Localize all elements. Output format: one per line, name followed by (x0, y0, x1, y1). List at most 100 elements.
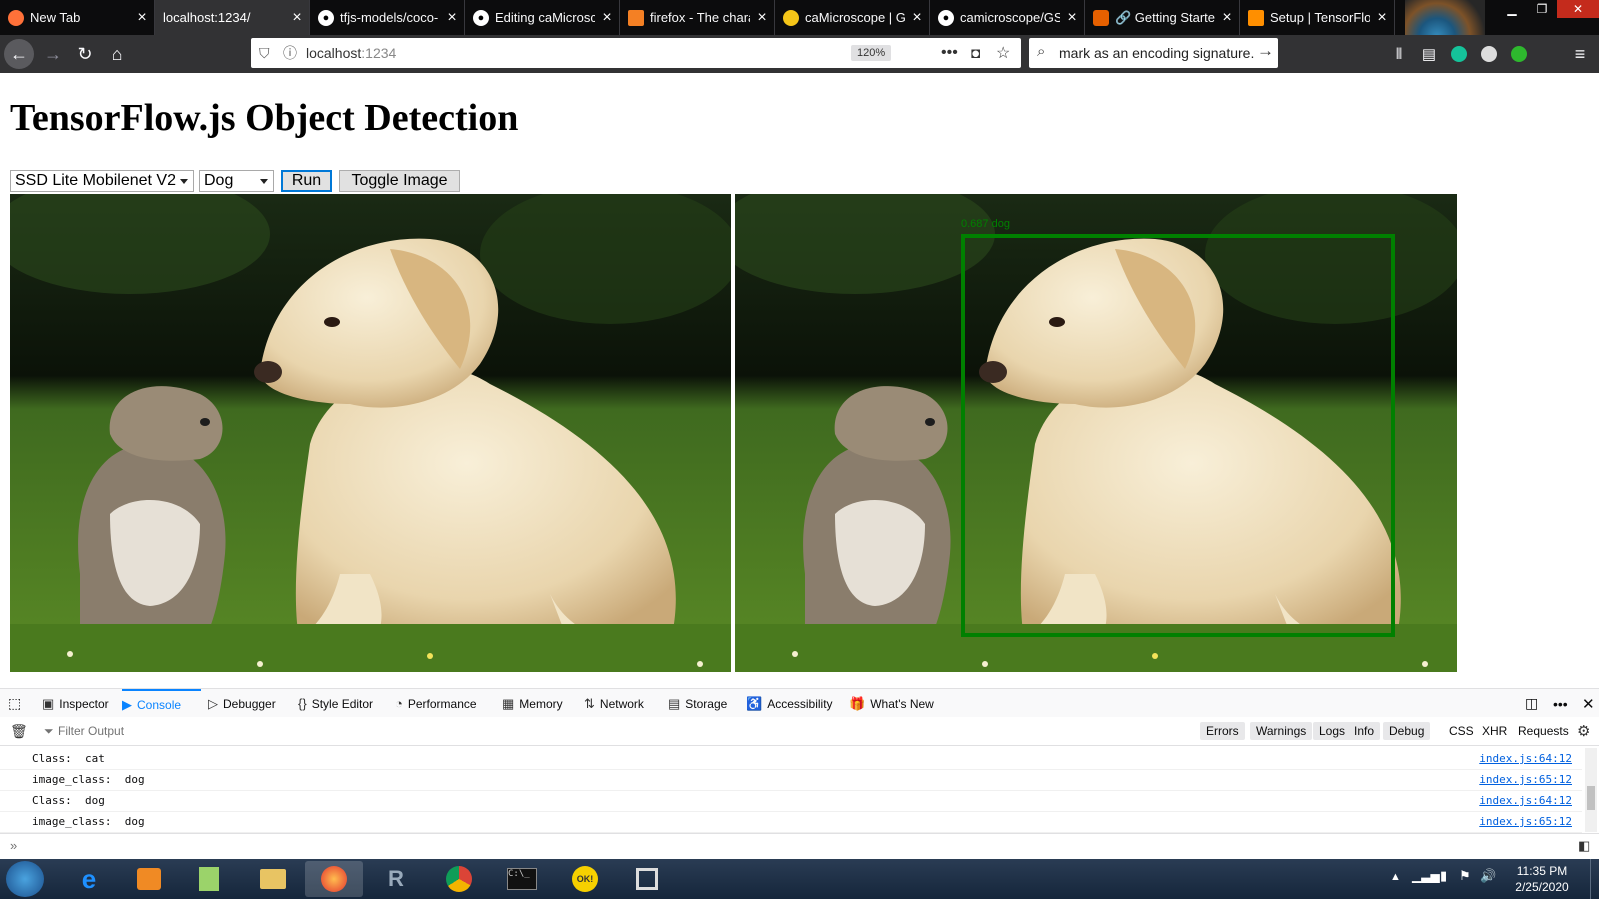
filter-debug[interactable]: Debug (1383, 722, 1431, 740)
close-icon[interactable]: × (285, 9, 309, 27)
show-hidden-icons[interactable]: ▲ (1390, 871, 1401, 883)
search-input[interactable]: mark as an encoding signature. (1059, 45, 1254, 61)
tab-whats-new[interactable]: 🎁 What's New (849, 689, 934, 718)
tab-network[interactable]: ⇅ Network (584, 689, 644, 718)
log-source-link[interactable]: index.js:65:12 (1479, 773, 1572, 786)
back-arrow-icon[interactable]: ← (4, 39, 34, 69)
close-icon[interactable]: × (130, 9, 154, 27)
battery-icon[interactable]: ▮ (1440, 868, 1447, 884)
tab-camicroscope-go[interactable]: caMicroscope | Go × (775, 0, 930, 35)
command-prompt-icon[interactable]: C:\_ (493, 861, 551, 897)
tab-getting-started[interactable]: 🔗 Getting Started × (1085, 0, 1240, 35)
filter-xhr[interactable]: XHR (1476, 722, 1513, 740)
console-scrollbar[interactable] (1585, 748, 1597, 832)
console-icon: ▶ (122, 696, 132, 712)
tab-performance[interactable]: ◔ Performance (395, 689, 477, 718)
extension-icon[interactable] (1504, 39, 1534, 69)
forward-arrow-icon[interactable]: → (38, 39, 68, 69)
tab-tfjs-models[interactable]: ● tfjs-models/coco- × (310, 0, 465, 35)
menu-icon[interactable]: ≡ (1565, 39, 1595, 69)
url-text[interactable]: localhost:1234 (306, 38, 396, 68)
close-icon[interactable]: × (750, 9, 774, 27)
filter-input[interactable]: Filter Output (58, 724, 124, 738)
tab-editing-camicroscope[interactable]: ● Editing caMicrosc × (465, 0, 620, 35)
zoom-indicator[interactable]: 120% (851, 45, 892, 61)
tab-setup-tensorflow[interactable]: Setup | TensorFlo × (1240, 0, 1395, 35)
shield-icon[interactable]: ⛉ (259, 38, 270, 68)
sidebar-icon[interactable]: ▤ (1414, 39, 1444, 69)
firefox-taskbar-icon[interactable] (305, 861, 363, 897)
clock[interactable]: 11:35 PM 2/25/2020 (1507, 863, 1577, 895)
close-devtools-icon[interactable]: ✕ (1582, 689, 1595, 718)
notepad-icon[interactable] (180, 861, 238, 897)
close-icon[interactable]: × (440, 9, 464, 27)
tab-camicroscope-gs[interactable]: ● camicroscope/GS × (930, 0, 1085, 35)
bookmark-star-icon[interactable]: ☆ (996, 38, 1010, 68)
ok-app-icon[interactable]: OK! (556, 861, 614, 897)
close-window-icon[interactable]: ✕ (1557, 0, 1599, 18)
tab-localhost[interactable]: localhost:1234/ × (155, 0, 310, 35)
tab-console[interactable]: ▶ Console (122, 689, 201, 718)
toggle-image-button[interactable]: Toggle Image (339, 170, 460, 192)
run-button[interactable]: Run (281, 170, 332, 192)
internet-explorer-icon[interactable]: e (60, 861, 118, 897)
app-window-icon[interactable] (618, 861, 676, 897)
flag-icon[interactable]: ⚑ (1459, 868, 1471, 884)
trash-icon[interactable]: 🗑 (10, 723, 28, 740)
element-picker-icon[interactable]: ⬚ (8, 689, 21, 718)
tab-storage[interactable]: ▤ Storage (668, 689, 727, 718)
media-player-icon[interactable] (120, 861, 178, 897)
log-source-link[interactable]: index.js:64:12 (1479, 752, 1572, 765)
log-source-link[interactable]: index.js:64:12 (1479, 794, 1572, 807)
filter-logs[interactable]: Logs (1313, 722, 1352, 740)
chrome-icon[interactable] (430, 861, 488, 897)
volume-icon[interactable]: 🔊 (1480, 868, 1496, 884)
close-icon[interactable]: × (1370, 9, 1394, 27)
filter-warnings[interactable]: Warnings (1250, 722, 1313, 740)
filter-errors[interactable]: Errors (1200, 722, 1245, 740)
r-icon[interactable]: R (367, 861, 425, 897)
close-icon[interactable]: × (905, 9, 929, 27)
maximize-icon[interactable]: ❐ (1527, 0, 1557, 18)
tab-memory[interactable]: ▦ Memory (502, 689, 563, 718)
file-explorer-icon[interactable] (244, 861, 302, 897)
more-options-icon[interactable]: ••• (1553, 689, 1568, 718)
model-select[interactable]: SSD Lite Mobilenet V2 (10, 170, 194, 192)
info-icon[interactable]: ⓘ (283, 38, 297, 68)
settings-gear-icon[interactable]: ⚙ (1577, 722, 1590, 740)
signal-icon[interactable]: ▁▃▅ (1412, 869, 1440, 883)
tab-inspector[interactable]: ▣ Inspector (42, 689, 109, 718)
filter-info[interactable]: Info (1348, 722, 1381, 740)
account-icon[interactable] (1474, 39, 1504, 69)
console-input-line[interactable]: » ◧ (0, 833, 1599, 860)
search-go-icon[interactable]: → (1257, 41, 1274, 61)
home-icon[interactable]: ⌂ (102, 39, 132, 69)
scrollbar-thumb[interactable] (1587, 786, 1595, 810)
style-editor-icon: {} (298, 696, 307, 711)
tab-accessibility[interactable]: ♿ Accessibility (746, 689, 833, 718)
close-icon[interactable]: × (1060, 9, 1084, 27)
tab-style-editor[interactable]: {} Style Editor (298, 689, 373, 718)
tab-new-tab[interactable]: New Tab × (0, 0, 155, 35)
dock-icon[interactable]: ◫ (1525, 689, 1538, 718)
reload-icon[interactable]: ↻ (70, 39, 100, 69)
search-bar[interactable]: ⌕ mark as an encoding signature. → (1029, 38, 1278, 68)
filter-css[interactable]: CSS (1443, 722, 1480, 740)
detection-label: 0.687 dog (961, 218, 1010, 230)
start-button[interactable] (6, 861, 44, 897)
minimize-icon[interactable]: ▁ (1497, 0, 1527, 18)
filter-requests[interactable]: Requests (1512, 722, 1575, 740)
close-icon[interactable]: × (595, 9, 619, 27)
pocket-icon[interactable]: ◘ (971, 38, 980, 68)
tab-debugger[interactable]: ▷ Debugger (208, 689, 276, 718)
grammarly-icon[interactable] (1444, 39, 1474, 69)
log-source-link[interactable]: index.js:65:12 (1479, 815, 1572, 828)
url-bar[interactable]: ⛉ ⓘ localhost:1234 120% ••• ◘ ☆ (251, 38, 1021, 68)
show-desktop-button[interactable] (1590, 859, 1599, 899)
close-icon[interactable]: × (1215, 9, 1239, 27)
image-select[interactable]: Dog (199, 170, 274, 192)
library-icon[interactable]: ⫴ (1384, 39, 1414, 69)
page-actions-icon[interactable]: ••• (941, 38, 958, 68)
editor-mode-icon[interactable]: ◧ (1578, 838, 1590, 854)
tab-firefox-chara[interactable]: firefox - The chara × (620, 0, 775, 35)
